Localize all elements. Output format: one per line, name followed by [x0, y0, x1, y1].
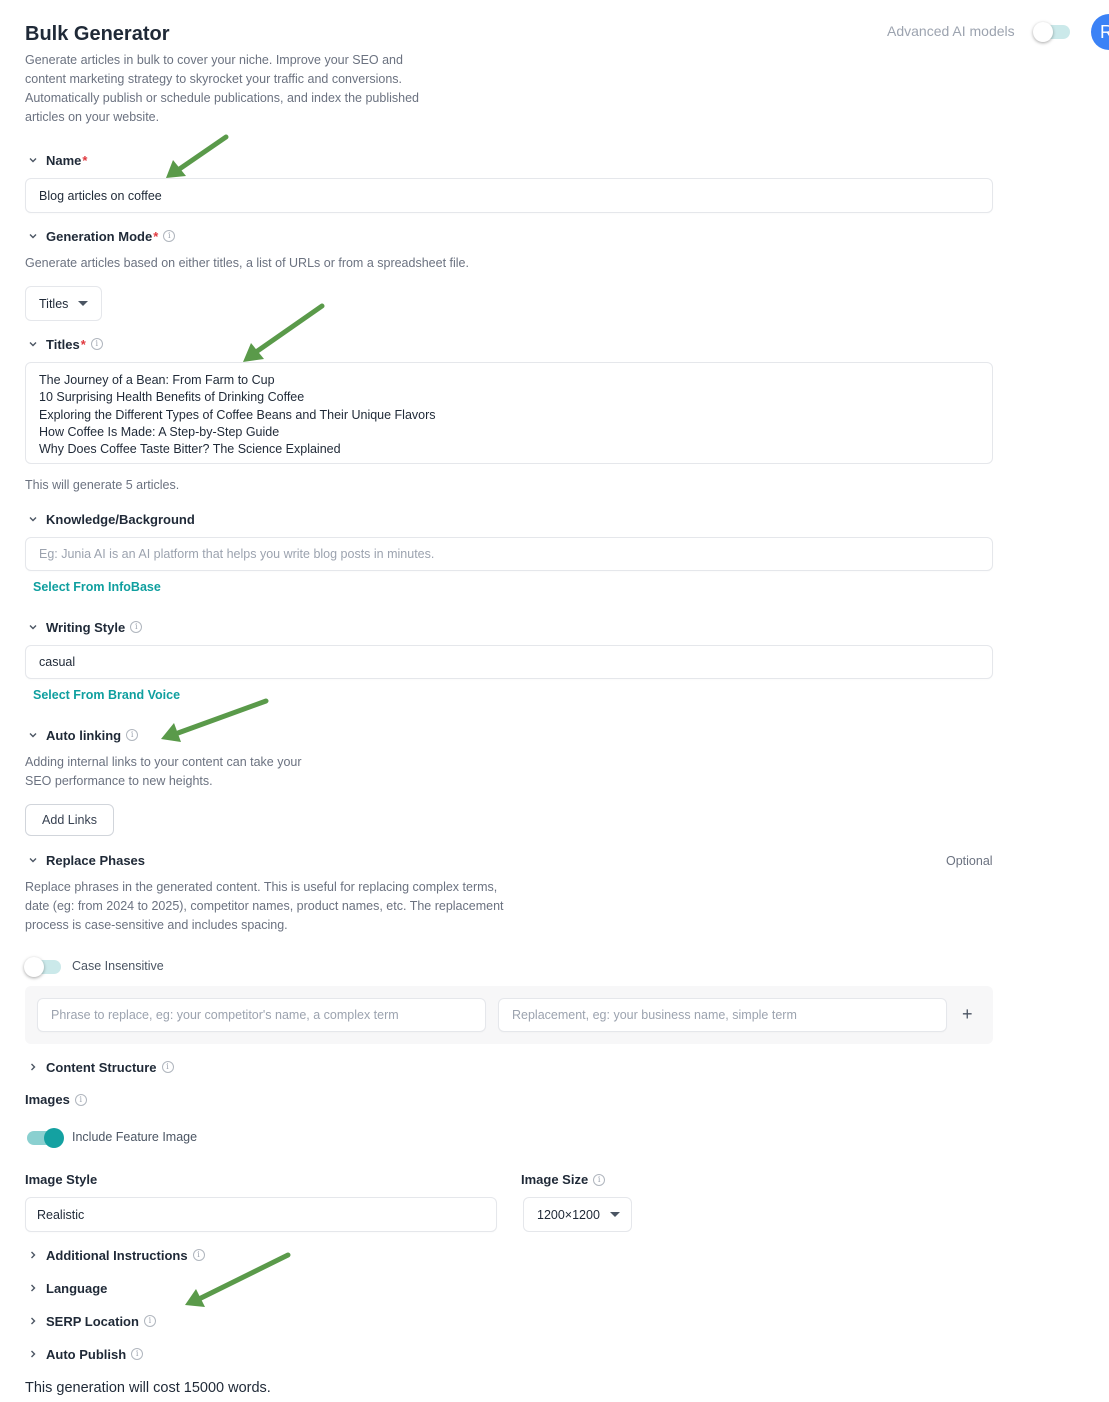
page-title: Bulk Generator	[25, 23, 170, 45]
annotation-arrow	[166, 134, 229, 178]
info-icon[interactable]: i	[74, 1093, 87, 1106]
writing-style-header[interactable]: Writing Style i	[25, 619, 143, 635]
title-line: Exploring the Different Types of Coffee …	[39, 407, 436, 422]
image-size-select[interactable]: 1200×1200	[523, 1197, 632, 1232]
caret-down-icon	[609, 1212, 620, 1217]
additional-instructions-header[interactable]: Additional Instructions i	[25, 1247, 205, 1263]
annotation-arrow	[243, 303, 325, 362]
avatar[interactable]: R	[1091, 14, 1109, 50]
serp-location-header[interactable]: SERP Location i	[25, 1313, 156, 1329]
name-label: Name	[46, 152, 82, 168]
info-icon[interactable]: i	[131, 1348, 144, 1360]
auto-linking-header[interactable]: Auto linking i	[25, 727, 139, 743]
replacement-input[interactable]: Replacement, eg: your business name, sim…	[498, 998, 947, 1032]
include-feature-image-label: Include Feature Image	[72, 1130, 198, 1144]
images-header: Images i	[25, 1092, 87, 1107]
toggle-knob	[44, 1128, 64, 1148]
image-size-header: Image Size i	[521, 1172, 606, 1187]
titles-label: Titles	[46, 336, 80, 352]
required-marker: *	[153, 228, 159, 244]
info-icon[interactable]: i	[90, 338, 103, 350]
language-label: Language	[46, 1280, 108, 1296]
chevron-right-icon	[25, 1346, 41, 1362]
generation-mode-select[interactable]: Titles	[25, 286, 102, 321]
titles-count-note: This will generate 5 articles.	[25, 478, 180, 492]
optional-label: Optional	[946, 854, 993, 868]
info-icon[interactable]: i	[126, 729, 139, 741]
image-size-label: Image Size	[521, 1172, 589, 1187]
title-line: Why Does Coffee Taste Bitter? The Scienc…	[39, 442, 341, 457]
auto-publish-header[interactable]: Auto Publish i	[25, 1346, 144, 1362]
info-icon[interactable]: i	[130, 621, 143, 633]
additional-instructions-label: Additional Instructions	[46, 1247, 188, 1263]
generation-mode-value: Titles	[39, 296, 69, 311]
toggle-knob	[1033, 22, 1053, 42]
info-icon[interactable]: i	[161, 1061, 174, 1073]
titles-textarea[interactable]: The Journey of a Bean: From Farm to Cup …	[25, 362, 993, 464]
phrase-to-replace-input[interactable]: Phrase to replace, eg: your competitor's…	[37, 998, 486, 1032]
chevron-right-icon	[25, 1313, 41, 1329]
replace-phases-header[interactable]: Replace Phases	[25, 852, 145, 868]
image-style-input[interactable]: Realistic	[25, 1197, 497, 1232]
required-marker: *	[80, 336, 86, 352]
titles-header[interactable]: Titles * i	[25, 336, 103, 352]
image-style-label: Image Style	[25, 1172, 98, 1187]
generation-mode-label: Generation Mode	[46, 228, 153, 244]
knowledge-header[interactable]: Knowledge/Background	[25, 511, 195, 527]
title-line: The Journey of a Bean: From Farm to Cup	[39, 373, 275, 387]
chevron-down-icon	[25, 152, 41, 168]
language-header[interactable]: Language	[25, 1280, 107, 1296]
chevron-right-icon	[25, 1247, 41, 1263]
replace-phases-label: Replace Phases	[46, 852, 146, 868]
knowledge-input[interactable]: Eg: Junia AI is an AI platform that help…	[25, 537, 993, 571]
title-line: 10 Surprising Health Benefits of Drinkin…	[39, 390, 305, 405]
annotation-arrow	[161, 698, 269, 742]
case-insensitive-label: Case Insensitive	[72, 959, 164, 973]
generation-mode-description: Generate articles based on either titles…	[25, 256, 469, 270]
auto-publish-label: Auto Publish	[46, 1346, 127, 1362]
add-links-button[interactable]: Add Links	[25, 804, 114, 836]
select-from-infobase-link[interactable]: Select From InfoBase	[33, 580, 161, 594]
plus-icon[interactable]: +	[962, 1004, 973, 1025]
select-from-brand-voice-link[interactable]: Select From Brand Voice	[33, 688, 180, 702]
replace-phases-description: Replace phrases in the generated content…	[25, 880, 504, 932]
chevron-down-icon	[25, 619, 41, 635]
content-structure-header[interactable]: Content Structure i	[25, 1059, 174, 1075]
chevron-right-icon	[25, 1059, 41, 1075]
include-feature-image-toggle[interactable]	[27, 1128, 64, 1148]
content-structure-label: Content Structure	[46, 1059, 157, 1075]
chevron-right-icon	[25, 1280, 41, 1296]
auto-linking-description: Adding internal links to your content ca…	[25, 755, 302, 788]
advanced-ai-toggle[interactable]	[1033, 22, 1070, 42]
knowledge-label: Knowledge/Background	[46, 511, 195, 527]
chevron-down-icon	[25, 852, 41, 868]
advanced-ai-label: Advanced AI models	[887, 23, 1015, 39]
cost-note: This generation will cost 15000 words.	[25, 1380, 271, 1396]
chevron-down-icon	[25, 727, 41, 743]
image-size-value: 1200×1200	[537, 1207, 600, 1222]
page-description: Generate articles in bulk to cover your …	[25, 53, 420, 124]
name-input[interactable]: Blog articles on coffee	[25, 178, 993, 213]
caret-down-icon	[78, 301, 89, 306]
writing-style-label: Writing Style	[46, 619, 126, 635]
serp-location-label: SERP Location	[46, 1313, 139, 1329]
info-icon[interactable]: i	[593, 1173, 606, 1186]
writing-style-input[interactable]: casual	[25, 645, 993, 679]
generation-mode-header[interactable]: Generation Mode * i	[25, 228, 176, 244]
info-icon[interactable]: i	[192, 1249, 205, 1261]
info-icon[interactable]: i	[163, 230, 176, 242]
title-line: How Coffee Is Made: A Step-by-Step Guide	[39, 424, 280, 439]
chevron-down-icon	[25, 228, 41, 244]
toggle-knob	[24, 957, 44, 977]
required-marker: *	[82, 152, 88, 168]
info-icon[interactable]: i	[143, 1315, 156, 1327]
images-label: Images	[25, 1092, 70, 1107]
auto-linking-label: Auto linking	[46, 727, 122, 743]
case-insensitive-toggle[interactable]	[24, 957, 61, 977]
chevron-down-icon	[25, 511, 41, 527]
name-section-header[interactable]: Name *	[25, 152, 87, 168]
chevron-down-icon	[25, 336, 41, 352]
